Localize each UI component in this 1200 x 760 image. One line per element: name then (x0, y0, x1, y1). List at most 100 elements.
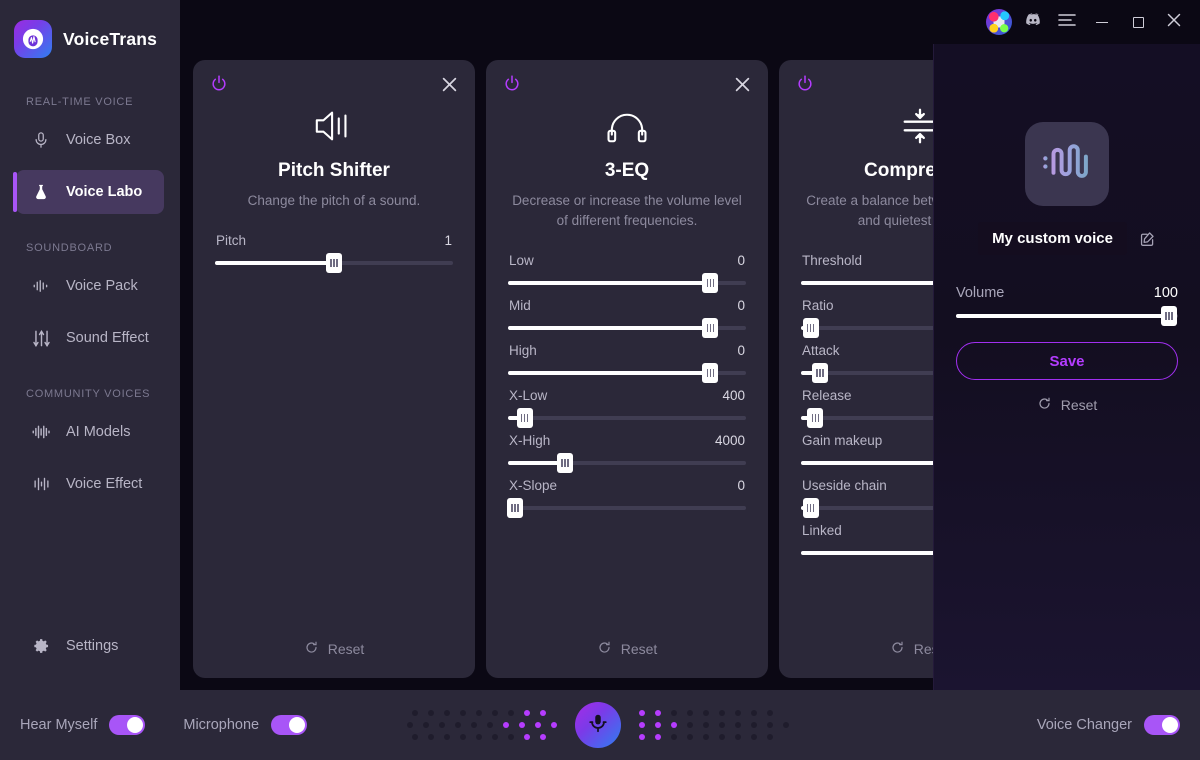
card-reset-button[interactable]: Reset (193, 640, 475, 658)
sidebar-section-community-voices: COMMUNITY VOICES (26, 388, 151, 400)
app-logo-icon (14, 20, 52, 58)
audio-wave-icon (30, 423, 52, 441)
slider-thumb[interactable] (812, 363, 829, 383)
brand: VoiceTrans (0, 0, 180, 62)
slider-label: Mid (509, 298, 531, 313)
slider-thumb[interactable] (802, 318, 819, 338)
panel-reset-button[interactable]: Reset (956, 396, 1178, 414)
slider-mid: Mid 0 (508, 298, 746, 338)
slider-value: 0 (737, 343, 745, 358)
slider-thumb[interactable] (326, 253, 342, 273)
minimize-button[interactable] (1084, 0, 1120, 44)
card-title: Pitch Shifter (278, 160, 390, 181)
power-icon[interactable] (209, 74, 229, 99)
sidebar-item-label: Voice Pack (66, 278, 138, 294)
headphones-icon (508, 98, 746, 146)
card-title: 3-EQ (604, 160, 650, 181)
visualizer-right (638, 710, 789, 740)
discord-button[interactable] (1016, 6, 1050, 38)
mic-button[interactable] (574, 702, 621, 748)
app-window: VoiceTrans REAL-TIME VOICE Voice Box Voi… (0, 0, 1200, 760)
close-icon[interactable] (730, 72, 754, 96)
discord-icon (1023, 10, 1043, 35)
microphone-control: Microphone (183, 715, 308, 735)
hamburger-menu-icon (1058, 13, 1076, 32)
slider-thumb[interactable] (507, 498, 524, 518)
card-description: Decrease or increase the volume level of… (512, 193, 742, 228)
title-bar (180, 0, 1200, 44)
slider-label: Release (802, 388, 852, 403)
slider-thumb[interactable] (702, 363, 719, 383)
slider-thumb[interactable] (557, 453, 574, 473)
close-icon[interactable] (437, 72, 461, 96)
sidebar-item-voice-box[interactable]: Voice Box (16, 118, 164, 162)
slider-label: X-High (509, 433, 551, 448)
card-description: Change the pitch of a sound. (247, 193, 421, 208)
user-avatar-icon (986, 9, 1012, 35)
sidebar-section-realtime-voice: REAL-TIME VOICE (26, 96, 134, 108)
slider-track[interactable] (215, 253, 453, 273)
slider-value: 1 (444, 233, 452, 248)
slider-group: Pitch 1 (215, 233, 453, 273)
sidebar-item-label: Voice Effect (66, 476, 143, 492)
menu-button[interactable] (1050, 6, 1084, 38)
reset-icon (304, 640, 319, 658)
microphone-toggle[interactable] (271, 715, 308, 735)
slider-low: Low 0 (508, 253, 746, 293)
equalizer-bars-icon (30, 475, 52, 493)
slider-thumb[interactable] (702, 318, 719, 338)
slider-value: 4000 (714, 433, 745, 448)
slider-track[interactable] (508, 273, 746, 293)
sidebar-item-sound-effect[interactable]: Sound Effect (16, 316, 164, 360)
volume-slider-fill (956, 314, 1170, 318)
slider-thumb[interactable] (802, 498, 819, 518)
slider-label: Pitch (216, 233, 247, 248)
voice-name-row: My custom voice (956, 222, 1178, 255)
sidebar-item-voice-labo[interactable]: Voice Labo (13, 170, 164, 214)
voice-thumbnail[interactable] (1025, 122, 1109, 206)
power-icon[interactable] (795, 74, 815, 99)
maximize-button[interactable] (1120, 0, 1156, 44)
effect-card-three-eq: 3-EQ Decrease or increase the volume lev… (486, 60, 768, 678)
slider-thumb[interactable] (702, 273, 719, 293)
volume-slider-thumb[interactable] (1161, 306, 1178, 326)
visualizer-left (406, 710, 557, 740)
microphone-label: Microphone (183, 717, 260, 733)
slider-track[interactable] (508, 453, 746, 473)
hear-myself-toggle[interactable] (109, 715, 146, 735)
power-icon[interactable] (502, 74, 522, 99)
slider-thumb[interactable] (516, 408, 533, 428)
hear-myself-label: Hear Myself (20, 717, 98, 733)
visualizer-row (638, 710, 789, 716)
sidebar-item-label: Voice Box (66, 132, 131, 148)
sidebar-item-voice-effect[interactable]: Voice Effect (16, 462, 164, 506)
slider-label: X-Slope (509, 478, 558, 493)
visualizer-row (411, 710, 557, 716)
slider-track[interactable] (507, 498, 746, 518)
volume-slider-track[interactable] (956, 306, 1178, 326)
avatar[interactable] (982, 6, 1016, 38)
slider-label: Useside chain (802, 478, 887, 493)
close-icon (1167, 13, 1181, 32)
slider-track[interactable] (508, 363, 746, 383)
edit-icon[interactable] (1139, 230, 1156, 247)
slider-track[interactable] (508, 408, 746, 428)
slider-track[interactable] (508, 318, 746, 338)
close-button[interactable] (1156, 0, 1192, 44)
card-reset-button[interactable]: Reset (486, 640, 768, 658)
save-button[interactable]: Save (956, 342, 1178, 380)
voice-changer-toggle[interactable] (1144, 715, 1180, 735)
sidebar-item-ai-models[interactable]: AI Models (16, 410, 164, 454)
sidebar: VoiceTrans REAL-TIME VOICE Voice Box Voi… (0, 0, 180, 690)
voice-name-field[interactable]: My custom voice (978, 222, 1127, 255)
sidebar-item-voice-pack[interactable]: Voice Pack (16, 264, 164, 308)
slider-x-high: X-High 4000 (508, 433, 746, 473)
waveform-icon (30, 277, 52, 295)
app-title: VoiceTrans (63, 28, 158, 49)
sidebar-item-label: AI Models (66, 424, 131, 440)
slider-thumb[interactable] (807, 408, 824, 428)
bottom-bar-right: Voice Changer (1037, 715, 1180, 735)
card-reset-label: Reset (327, 641, 365, 657)
speaker-icon (215, 98, 453, 146)
sidebar-item-settings[interactable]: Settings (16, 624, 164, 668)
